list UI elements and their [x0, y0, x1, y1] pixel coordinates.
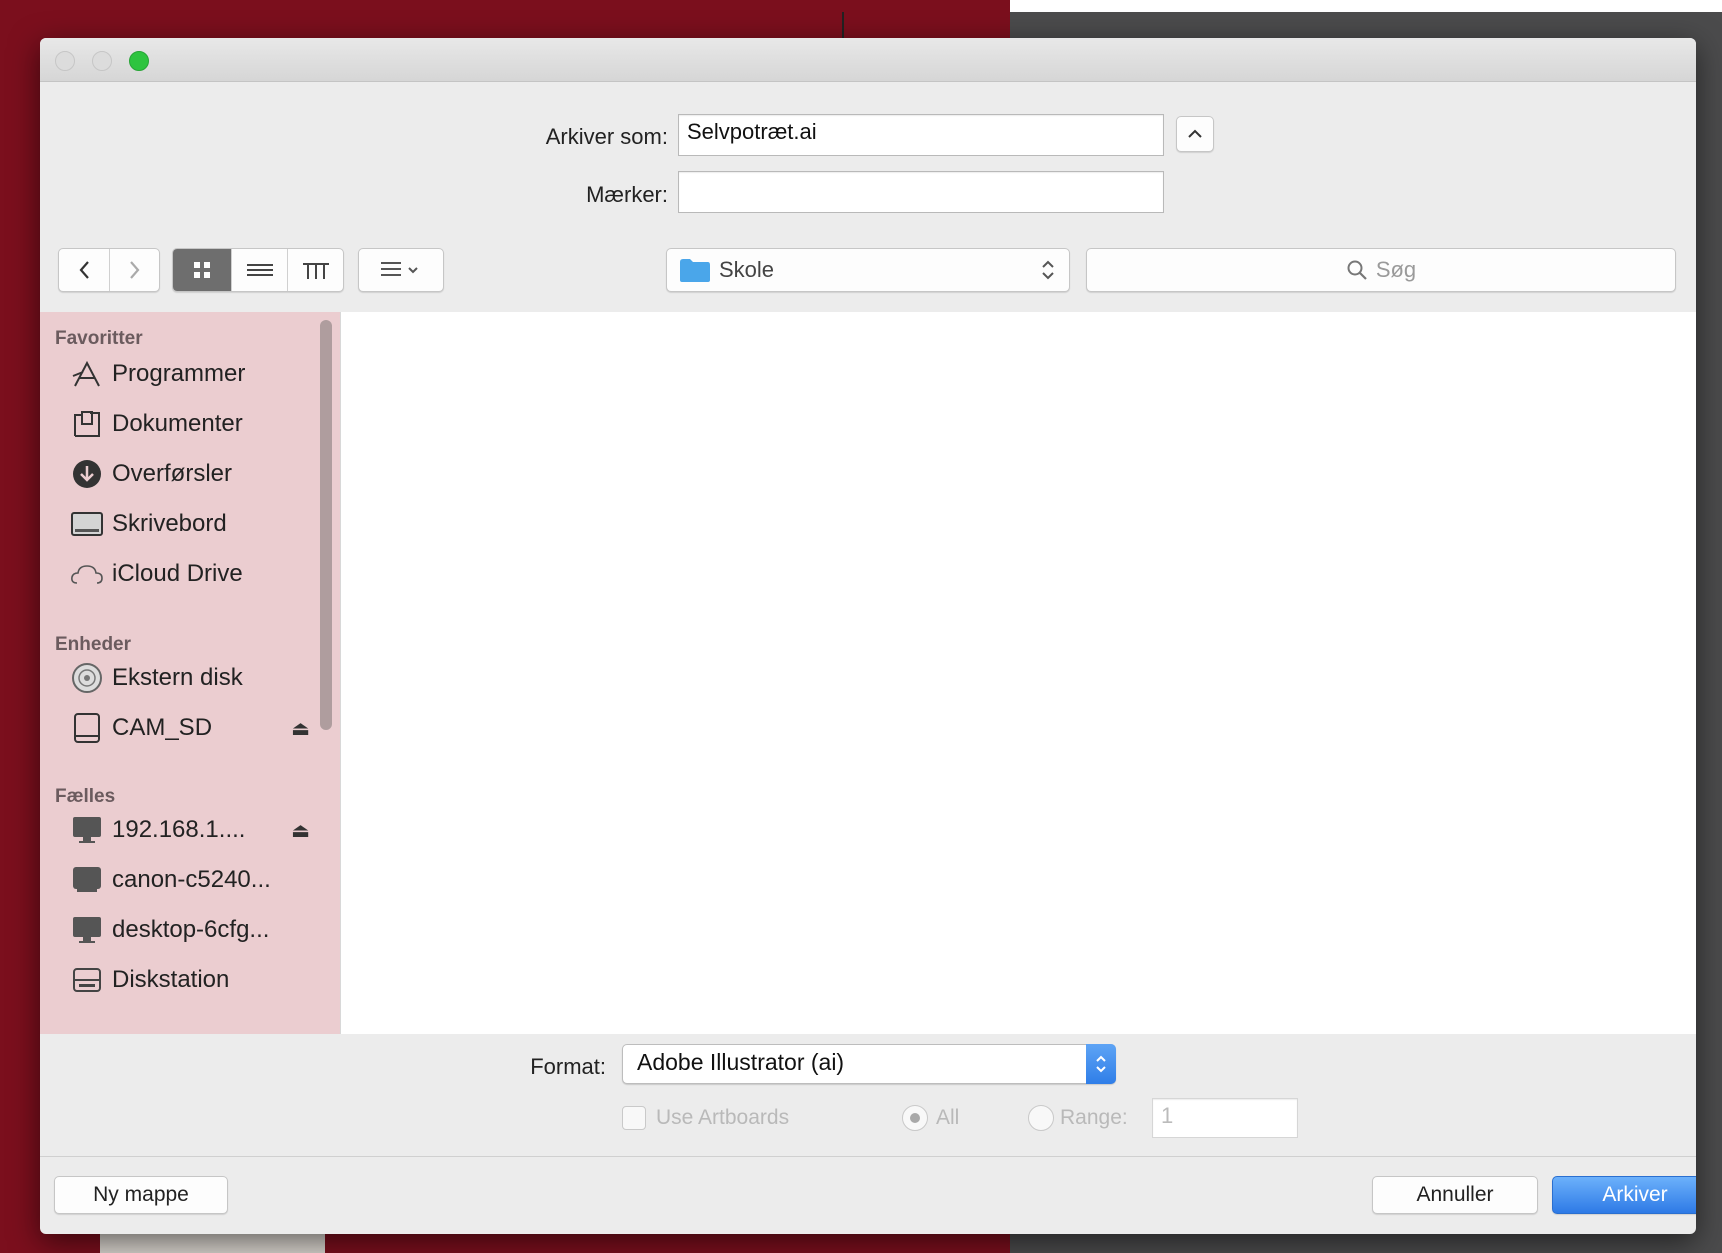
sidebar-item-dokumenter[interactable]: Dokumenter — [70, 404, 310, 444]
applications-icon — [70, 357, 104, 391]
sidebar-item-label: Dokumenter — [112, 410, 243, 437]
sidebar-section-shared: Fælles — [55, 786, 116, 807]
format-label: Format: — [530, 1054, 606, 1079]
drive-icon — [70, 711, 104, 745]
icon-view-button[interactable] — [173, 249, 231, 291]
sidebar-item-label: canon-c5240... — [112, 866, 271, 893]
chevron-up-icon — [1188, 129, 1202, 138]
save-as-label: Arkiver som: — [545, 124, 668, 149]
new-folder-button[interactable]: Ny mappe — [54, 1176, 228, 1214]
sidebar-item-label: CAM_SD — [112, 714, 213, 741]
sidebar-scrollbar[interactable] — [320, 320, 332, 730]
zoom-window-button[interactable] — [129, 51, 149, 71]
list-view-button[interactable] — [231, 249, 287, 291]
save-as-field[interactable]: Selvpotræt.ai — [678, 114, 1164, 156]
sidebar-item-icloud-drive[interactable]: iCloud Drive — [70, 554, 310, 594]
list-icon — [246, 264, 273, 276]
sidebar-item-overforsler[interactable]: Overførsler — [70, 454, 310, 494]
radio-dot-icon — [910, 1113, 920, 1123]
bottom-separator — [40, 1156, 1696, 1157]
sidebar-section-favorites: Favoritter — [55, 328, 143, 349]
tags-label: Mærker: — [586, 182, 668, 207]
downloads-icon — [70, 457, 104, 491]
search-icon — [1347, 260, 1367, 280]
folder-icon — [680, 259, 710, 282]
format-value: Adobe Illustrator (ai) — [637, 1049, 845, 1075]
sidebar-item-label: Programmer — [112, 360, 246, 387]
sidebar-item-label: iCloud Drive — [112, 560, 243, 587]
arrange-button[interactable] — [358, 248, 444, 292]
sidebar: Favoritter Programmer Dokumenter Overfør… — [40, 312, 340, 1034]
close-window-button[interactable] — [55, 51, 75, 71]
search-field[interactable]: Søg — [1086, 248, 1676, 292]
disk-icon — [70, 661, 104, 695]
range-label: Range: — [1060, 1106, 1128, 1129]
computer-icon — [70, 863, 104, 897]
tags-field[interactable] — [678, 171, 1164, 213]
all-radio[interactable] — [902, 1105, 928, 1131]
server-icon — [70, 963, 104, 997]
forward-button[interactable] — [109, 249, 159, 291]
save-button[interactable]: Arkiver — [1552, 1176, 1696, 1214]
location-popup[interactable]: Skole — [666, 248, 1070, 292]
eject-icon[interactable]: ⏏ — [291, 818, 310, 843]
eject-icon[interactable]: ⏏ — [291, 716, 310, 741]
background-photo — [100, 1232, 325, 1253]
sidebar-item-label: 192.168.1.... — [112, 816, 246, 843]
location-label: Skole — [719, 257, 775, 282]
search-placeholder: Søg — [1375, 257, 1417, 282]
view-mode-control — [172, 248, 344, 292]
use-artboards-label: Use Artboards — [656, 1106, 790, 1129]
file-browser-area[interactable] — [340, 312, 1696, 1034]
computer-icon — [70, 813, 104, 847]
sidebar-item-skrivebord[interactable]: Skrivebord — [70, 504, 310, 544]
back-forward-control — [58, 248, 160, 292]
sidebar-item-canon[interactable]: canon-c5240... — [70, 860, 310, 900]
collapse-button[interactable] — [1176, 116, 1214, 152]
range-radio[interactable] — [1028, 1105, 1054, 1131]
chevron-right-icon — [129, 261, 139, 279]
sidebar-item-programmer[interactable]: Programmer — [70, 354, 310, 394]
documents-icon — [70, 407, 104, 441]
column-view-button[interactable] — [287, 249, 343, 291]
sidebar-item-diskstation[interactable]: Diskstation — [70, 960, 310, 1000]
cancel-button[interactable]: Annuller — [1372, 1176, 1538, 1214]
sidebar-item-label: Diskstation — [112, 966, 230, 993]
updown-chevron-icon — [1086, 1044, 1116, 1084]
all-label: All — [936, 1106, 960, 1129]
desktop-icon — [70, 507, 104, 541]
chevron-left-icon — [79, 261, 89, 279]
sidebar-item-label: Ekstern disk — [112, 664, 243, 691]
save-dialog: Arkiver som: Selvpotræt.ai Mærker: Skole… — [40, 38, 1696, 1234]
sidebar-item-desktop-6cfg[interactable]: desktop-6cfg... — [70, 910, 310, 950]
sidebar-item-label: Overførsler — [112, 460, 232, 487]
titlebar — [40, 38, 1696, 82]
minimize-window-button[interactable] — [92, 51, 112, 71]
grid-icon — [194, 262, 210, 278]
use-artboards-checkbox[interactable] — [622, 1106, 646, 1130]
icloud-icon — [70, 557, 104, 591]
sidebar-item-192-168[interactable]: 192.168.1.... ⏏ — [70, 810, 310, 850]
sidebar-item-label: Skrivebord — [112, 510, 227, 537]
computer-icon — [70, 913, 104, 947]
columns-icon — [302, 263, 329, 279]
sidebar-item-cam-sd[interactable]: CAM_SD ⏏ — [70, 708, 310, 748]
sidebar-item-label: desktop-6cfg... — [112, 916, 270, 943]
sidebar-section-devices: Enheder — [55, 634, 132, 655]
format-popup[interactable]: Adobe Illustrator (ai) — [622, 1044, 1116, 1084]
updown-chevron-icon — [1042, 260, 1054, 280]
range-field[interactable]: 1 — [1152, 1098, 1298, 1138]
sidebar-item-ekstern-disk[interactable]: Ekstern disk — [70, 658, 310, 698]
arrange-icon — [381, 262, 418, 276]
back-button[interactable] — [59, 249, 109, 291]
